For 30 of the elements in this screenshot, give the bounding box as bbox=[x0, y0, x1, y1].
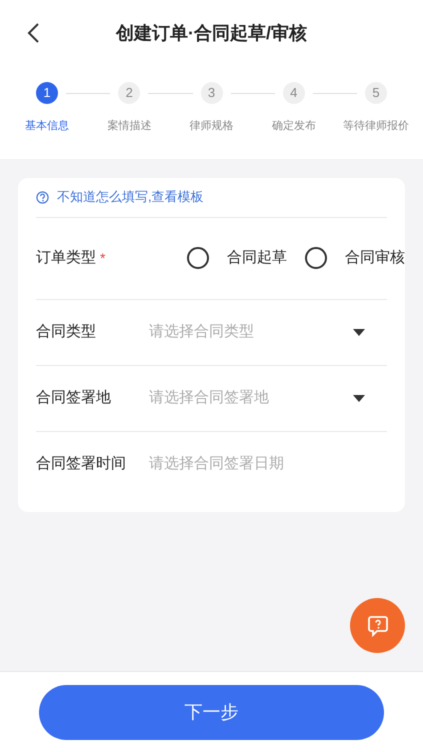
field-label: 合同类型 bbox=[36, 322, 97, 342]
select-field[interactable]: 请选择合同类型 bbox=[149, 320, 387, 344]
page-title: 创建订单·合同起草/审核 bbox=[116, 22, 307, 44]
chat-question-icon bbox=[366, 614, 390, 638]
step-number: 1 bbox=[36, 82, 58, 104]
field-label: 订单类型 bbox=[36, 248, 96, 268]
field-label: 合同签署时间 bbox=[36, 454, 127, 474]
field-label: 合同签署地 bbox=[36, 388, 112, 408]
back-icon[interactable] bbox=[26, 22, 40, 44]
date-field[interactable]: 请选择合同签署日期 bbox=[149, 453, 387, 476]
step-number: 3 bbox=[200, 82, 222, 104]
dropdown-caret-icon bbox=[353, 328, 365, 336]
radio-button[interactable] bbox=[187, 247, 209, 269]
step-label: 确定发布 bbox=[272, 118, 316, 134]
step-label: 律师规格 bbox=[190, 119, 234, 134]
template-link[interactable]: 不知道怎么填写,查看模板 bbox=[57, 187, 204, 207]
radio-option[interactable]: 合同起草 bbox=[187, 246, 287, 270]
step-label: 基本信息 bbox=[25, 119, 69, 134]
help-icon bbox=[36, 190, 49, 204]
dropdown-caret-icon bbox=[353, 394, 365, 402]
step-number: 2 bbox=[118, 82, 140, 104]
radio-button[interactable] bbox=[305, 247, 327, 269]
step-number: 5 bbox=[365, 82, 387, 104]
radio-option[interactable]: 合同审核 bbox=[305, 246, 405, 270]
step-number: 4 bbox=[282, 82, 305, 104]
next-button[interactable]: 下一步 bbox=[39, 684, 384, 740]
required-mark: * bbox=[100, 248, 106, 268]
select-field[interactable]: 请选择合同签署地 bbox=[149, 386, 387, 410]
step-label: 案情描述 bbox=[107, 118, 152, 134]
step-label: 等待律师报价 bbox=[343, 119, 409, 134]
